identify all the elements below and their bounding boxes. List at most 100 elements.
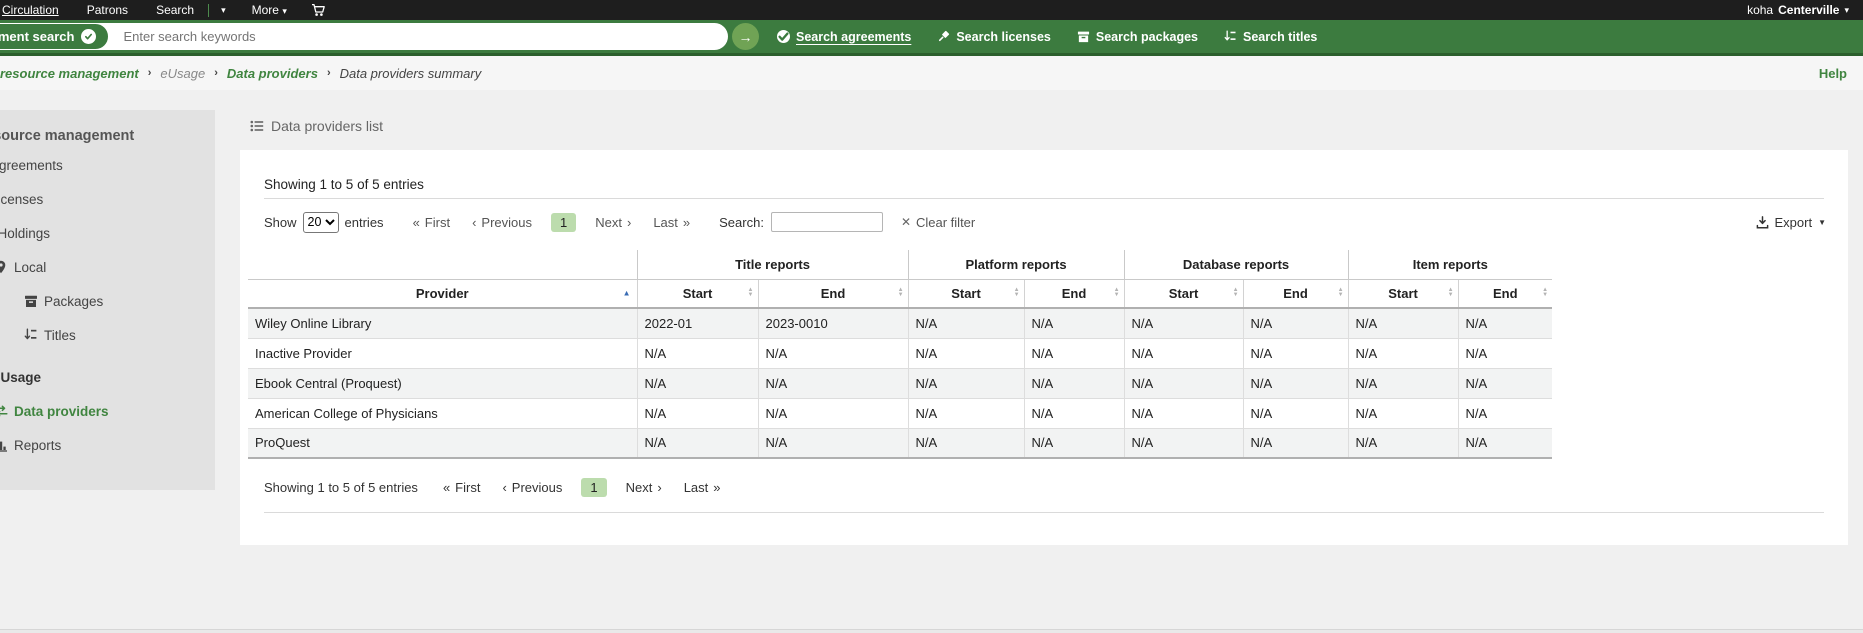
current-page-button[interactable]: 1 bbox=[551, 213, 576, 232]
entries-info-top: Showing 1 to 5 of 5 entries bbox=[264, 177, 424, 192]
first-page-button[interactable]: «First bbox=[402, 213, 462, 232]
check-circle-icon bbox=[81, 29, 96, 44]
col-start[interactable]: Start▲▼ bbox=[1124, 279, 1243, 308]
user-menu[interactable]: koha Centerville ▾ bbox=[1747, 3, 1863, 17]
report-cell: N/A bbox=[1124, 428, 1243, 458]
table-row: ProQuest N/A N/A N/A N/A N/A N/A N/A N/A bbox=[248, 428, 1552, 458]
sidebar-item-licenses[interactable]: Licenses bbox=[0, 182, 215, 216]
nav-item-patrons[interactable]: Patrons bbox=[73, 3, 142, 17]
search-dropdown-caret-icon[interactable]: ▾ bbox=[209, 5, 238, 16]
search-licenses-link[interactable]: Search licenses bbox=[937, 30, 1051, 44]
sort-icon: ▲▼ bbox=[898, 288, 904, 298]
export-caret-icon: ▼ bbox=[1818, 218, 1826, 227]
double-chevron-left-icon: « bbox=[443, 480, 450, 495]
report-cell: N/A bbox=[1458, 368, 1552, 398]
agreement-search-tab[interactable]: Agreement search bbox=[0, 23, 109, 50]
help-link[interactable]: Help bbox=[1819, 66, 1847, 81]
col-end[interactable]: End▲▼ bbox=[1024, 279, 1124, 308]
sidebar-item-local[interactable]: Local bbox=[0, 250, 215, 284]
sort-icon: ▲▼ bbox=[748, 288, 754, 298]
nav-item-circulation[interactable]: Circulation bbox=[0, 3, 73, 17]
library-name: Centerville bbox=[1778, 3, 1839, 17]
sidebar-item-data-providers[interactable]: Data providers bbox=[0, 394, 215, 428]
sort-ascending-icon: ▲ bbox=[623, 289, 631, 298]
provider-cell: ProQuest bbox=[248, 428, 637, 458]
cart-icon[interactable] bbox=[311, 3, 325, 17]
chevron-left-icon: ‹ bbox=[472, 215, 476, 230]
next-page-button[interactable]: Next› bbox=[584, 213, 642, 232]
sidebar-item-titles[interactable]: Titles bbox=[0, 318, 215, 352]
sidebar-title-erm[interactable]: E-resource management bbox=[0, 124, 215, 148]
search-packages-link[interactable]: Search packages bbox=[1077, 30, 1198, 44]
previous-page-button[interactable]: ‹Previous bbox=[491, 478, 573, 497]
report-cell: N/A bbox=[758, 428, 908, 458]
breadcrumb-data-providers[interactable]: Data providers bbox=[227, 66, 318, 81]
report-cell: N/A bbox=[1348, 398, 1458, 428]
sidebar-item-packages[interactable]: Packages bbox=[0, 284, 215, 318]
breadcrumb-separator-icon: › bbox=[214, 67, 218, 79]
empty-group-cell bbox=[248, 250, 637, 279]
per-page-select[interactable]: 20 bbox=[303, 212, 339, 233]
chevron-right-icon: › bbox=[657, 480, 661, 495]
col-start[interactable]: Start▲▼ bbox=[908, 279, 1024, 308]
first-page-button[interactable]: «First bbox=[432, 478, 492, 497]
last-page-button[interactable]: Last» bbox=[673, 478, 732, 497]
group-platform-reports: Platform reports bbox=[908, 250, 1124, 279]
col-start[interactable]: Start▲▼ bbox=[637, 279, 758, 308]
col-start[interactable]: Start▲▼ bbox=[1348, 279, 1458, 308]
report-cell: N/A bbox=[908, 338, 1024, 368]
report-cell: N/A bbox=[1024, 398, 1124, 428]
report-cell: N/A bbox=[758, 338, 908, 368]
col-provider[interactable]: Provider▲ bbox=[248, 279, 637, 308]
current-page-button[interactable]: 1 bbox=[581, 478, 606, 497]
search-submit-button[interactable]: → bbox=[732, 23, 759, 50]
sort-icon: ▲▼ bbox=[1014, 288, 1020, 298]
sort-icon: ▲▼ bbox=[1448, 288, 1454, 298]
sidebar-item-eusage[interactable]: eUsage bbox=[0, 360, 215, 394]
nav-item-search[interactable]: Search bbox=[142, 3, 208, 17]
gavel-icon bbox=[937, 30, 950, 43]
sidebar-item-eholdings[interactable]: eHoldings bbox=[0, 216, 215, 250]
breadcrumb-bar: E-resource management › eUsage › Data pr… bbox=[0, 56, 1863, 90]
nav-item-more[interactable]: More ▾ bbox=[238, 3, 301, 17]
col-end[interactable]: End▲▼ bbox=[758, 279, 908, 308]
export-button[interactable]: Export ▼ bbox=[1756, 215, 1827, 230]
table-controls: Show 20 entries «First ‹Previous 1 Next›… bbox=[264, 208, 1826, 236]
double-chevron-left-icon: « bbox=[413, 215, 420, 230]
page-footer-line bbox=[0, 629, 1863, 633]
divider bbox=[264, 198, 1824, 199]
download-icon bbox=[1756, 216, 1769, 229]
last-page-button[interactable]: Last» bbox=[642, 213, 701, 232]
provider-cell: Inactive Provider bbox=[248, 338, 637, 368]
next-page-button[interactable]: Next› bbox=[615, 478, 673, 497]
search-agreements-link[interactable]: Search agreements bbox=[777, 30, 911, 44]
report-cell: N/A bbox=[1348, 338, 1458, 368]
bar-chart-icon bbox=[0, 438, 8, 452]
search-input[interactable] bbox=[109, 29, 728, 44]
previous-page-button[interactable]: ‹Previous bbox=[461, 213, 543, 232]
exchange-icon bbox=[0, 404, 8, 418]
sort-icon: ▲▼ bbox=[1542, 288, 1548, 298]
erm-search-bar: Agreement search → Search agreements Sea… bbox=[0, 20, 1863, 56]
report-cell: N/A bbox=[1243, 428, 1348, 458]
table-row: Inactive Provider N/A N/A N/A N/A N/A N/… bbox=[248, 338, 1552, 368]
col-end[interactable]: End▲▼ bbox=[1458, 279, 1552, 308]
table-filter-input[interactable] bbox=[771, 212, 883, 232]
breadcrumb-erm[interactable]: E-resource management bbox=[0, 66, 139, 81]
sort-icon: ▲▼ bbox=[1233, 288, 1239, 298]
report-cell: N/A bbox=[758, 368, 908, 398]
report-cell: N/A bbox=[637, 368, 758, 398]
page-title: Data providers list bbox=[250, 118, 383, 134]
filter-label: Search: bbox=[719, 215, 764, 230]
arrow-right-icon: → bbox=[739, 29, 753, 45]
report-cell: N/A bbox=[1124, 368, 1243, 398]
report-cell: N/A bbox=[1024, 428, 1124, 458]
pager-top: «First ‹Previous 1 Next› Last» bbox=[402, 213, 702, 232]
sidebar-item-reports[interactable]: Reports bbox=[0, 428, 215, 462]
search-titles-link[interactable]: Search titles bbox=[1224, 30, 1317, 44]
report-cell: N/A bbox=[1124, 308, 1243, 338]
col-end[interactable]: End▲▼ bbox=[1243, 279, 1348, 308]
clear-filter-button[interactable]: ✕ Clear filter bbox=[901, 215, 975, 230]
data-providers-panel: Showing 1 to 5 of 5 entries Show 20 entr… bbox=[240, 150, 1848, 545]
sidebar-item-agreements[interactable]: Agreements bbox=[0, 148, 215, 182]
